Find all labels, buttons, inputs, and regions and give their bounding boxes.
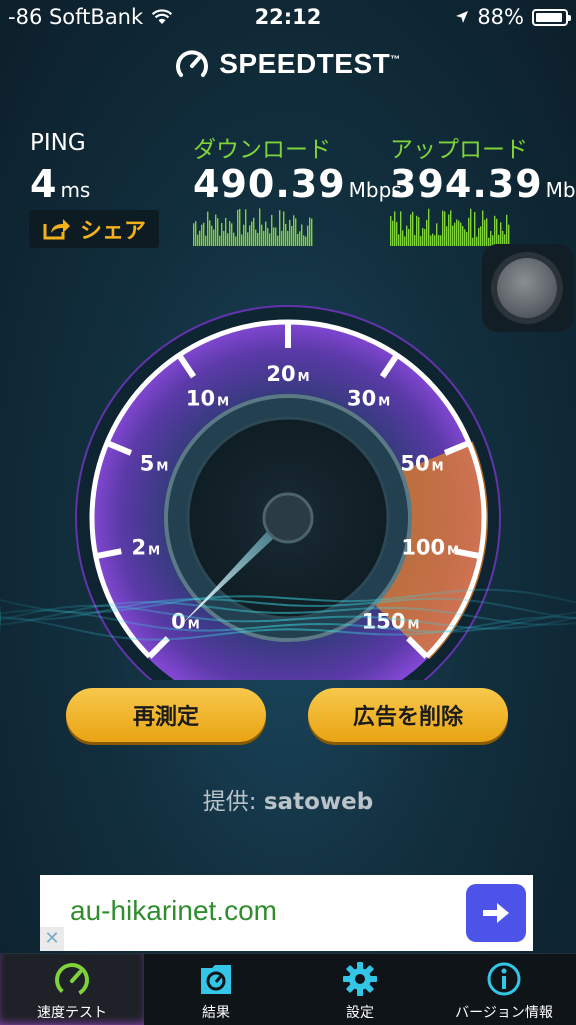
tab-bar: 速度テスト 結果 設定 バージョン情報 <box>0 953 576 1025</box>
tab-settings-label: 設定 <box>346 1005 374 1021</box>
tab-about-label: バージョン情報 <box>455 1005 553 1021</box>
upload-label: アップロード <box>390 137 528 163</box>
provider-prefix: 提供: <box>202 789 264 815</box>
battery-percent: 88% <box>477 5 524 29</box>
speed-gauge: 0 M2 M5 M10 M20 M30 M50 M100 M150 M <box>0 305 576 680</box>
gear-icon <box>343 962 377 996</box>
tab-about[interactable]: バージョン情報 <box>432 954 576 1025</box>
location-icon <box>456 11 469 23</box>
app-title: SPEEDTEST™ <box>219 48 401 79</box>
upload-value: 394.39Mbps <box>390 162 576 206</box>
ping-label: PING <box>30 130 86 156</box>
tab-speed-test[interactable]: 速度テスト <box>0 954 144 1025</box>
share-label: シェア <box>79 219 146 244</box>
tab-results-label: 結果 <box>202 1005 230 1021</box>
ad-banner[interactable]: au-hikarinet.com ✕ <box>40 875 533 951</box>
info-icon <box>487 962 521 996</box>
download-sparkline <box>193 208 313 246</box>
upload-sparkline <box>390 208 510 246</box>
speedtest-logo-icon <box>176 50 209 77</box>
arrow-right-icon <box>483 903 509 923</box>
download-label: ダウンロード <box>193 137 331 163</box>
results-icon <box>201 965 231 994</box>
share-icon <box>43 219 70 240</box>
provider-line: 提供: satoweb <box>0 782 576 816</box>
ad-arrow-button[interactable] <box>466 884 526 942</box>
download-value: 490.39 Mbps <box>193 162 402 206</box>
battery-icon <box>532 8 571 26</box>
tab-settings[interactable]: 設定 <box>288 954 432 1025</box>
share-button[interactable]: シェア <box>29 210 159 248</box>
app-header: SPEEDTEST™ <box>0 48 576 83</box>
ping-value: 4 ms <box>30 162 91 206</box>
provider-name: satoweb <box>263 789 374 815</box>
speedometer-icon <box>55 963 89 997</box>
tab-speed-test-label: 速度テスト <box>37 1005 107 1021</box>
status-bar: -86 SoftBank 22:12 88% <box>0 0 576 36</box>
retest-button[interactable]: 再測定 <box>66 688 266 742</box>
ad-text[interactable]: au-hikarinet.com <box>70 895 277 927</box>
remove-ads-button[interactable]: 広告を削除 <box>308 688 508 742</box>
ad-close-button[interactable]: ✕ <box>40 927 64 951</box>
tab-results[interactable]: 結果 <box>144 954 288 1025</box>
